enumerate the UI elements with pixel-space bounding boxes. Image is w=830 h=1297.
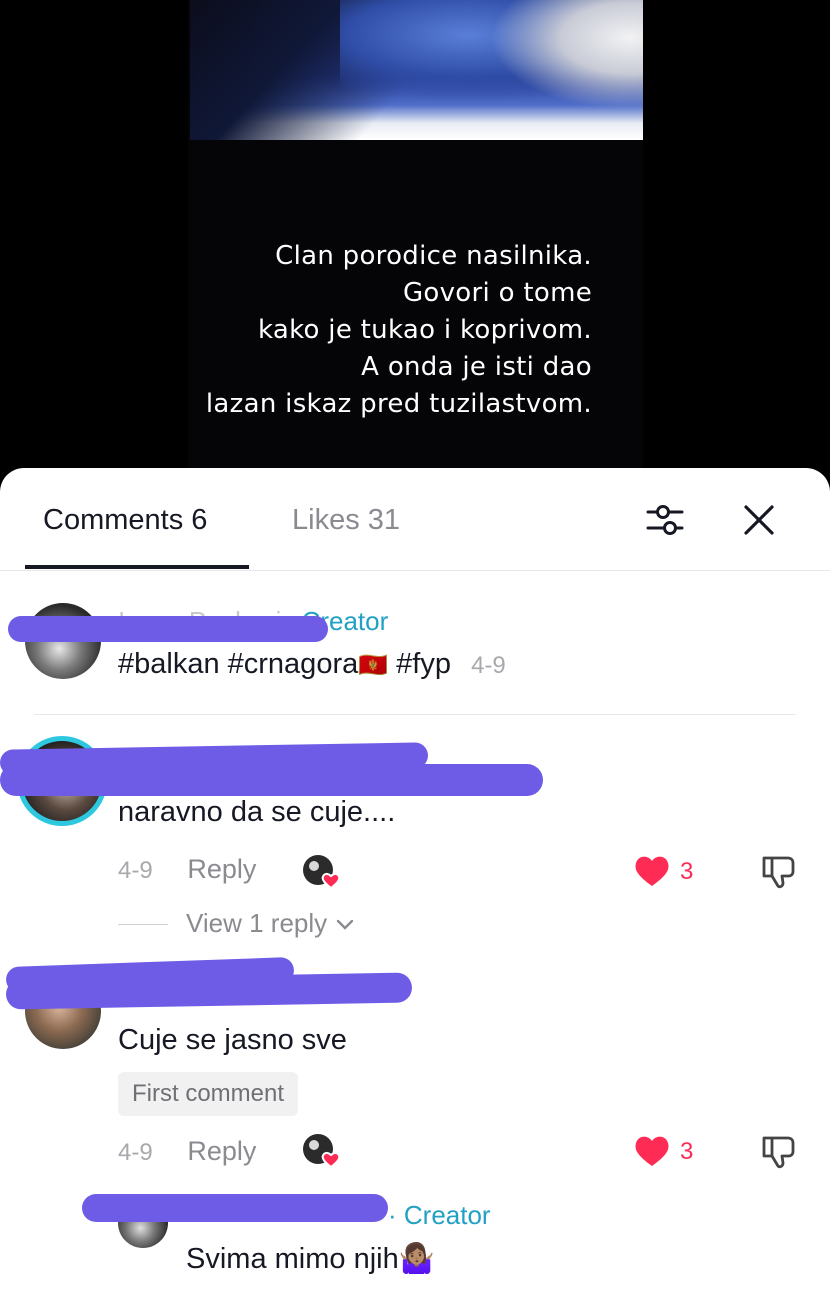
- redaction-bar: [8, 616, 328, 642]
- reply-text: Svima mimo njih🤷🏽‍♀️: [186, 1243, 435, 1275]
- comment-hashtags[interactable]: #balkan #crnagora: [118, 648, 358, 680]
- caption-line: kako je tukao i koprivom.: [257, 315, 592, 345]
- video-image: [190, 0, 643, 140]
- tab-bar: Comments 6 Likes 31: [0, 468, 830, 571]
- video-caption: Clan porodice nasilnika. Govori o tome k…: [172, 238, 592, 423]
- redaction-bar: [0, 764, 543, 796]
- comment-date: 4-9: [118, 1139, 153, 1166]
- like-count: 3: [680, 858, 694, 885]
- comment-actions: 4-9 Reply: [118, 1136, 256, 1167]
- close-icon[interactable]: [737, 498, 781, 542]
- filter-sliders-icon[interactable]: [643, 498, 687, 542]
- comments-sheet: Comments 6 Likes 31 Ivana Paukovic Creat…: [0, 468, 830, 1297]
- replies-line: [118, 924, 168, 925]
- dislike-icon[interactable]: [760, 1132, 798, 1175]
- montenegro-flag-icon: 🇲🇪: [358, 652, 389, 679]
- video-player[interactable]: Clan porodice nasilnika. Govori o tome k…: [0, 0, 830, 500]
- comment-hashtag-fyp[interactable]: #fyp: [388, 648, 451, 680]
- tab-comments[interactable]: Comments 6: [43, 504, 207, 537]
- heart-icon[interactable]: [634, 854, 670, 893]
- dislike-icon[interactable]: [760, 852, 798, 895]
- username-row: · Creator: [388, 1200, 491, 1231]
- reply-button[interactable]: Reply: [187, 1136, 256, 1166]
- comment-text: #balkan #crnagora🇲🇪 #fyp 4-9: [118, 648, 506, 681]
- creator-tag: · Creator: [388, 1200, 491, 1230]
- like-count: 3: [680, 1138, 694, 1165]
- caption-line: lazan iskaz pred tuzilastvom.: [205, 389, 592, 419]
- comment-text: naravno da se cuje....: [118, 796, 396, 828]
- active-tab-indicator: [25, 565, 249, 569]
- comment-date: 4-9: [471, 652, 506, 679]
- caption-line: Clan porodice nasilnika.: [275, 241, 592, 271]
- first-comment-badge: First comment: [118, 1072, 299, 1116]
- caption-line: Govori o tome: [402, 278, 592, 308]
- redaction-bar: [5, 972, 413, 1010]
- comment-date: 4-9: [118, 857, 153, 884]
- chevron-down-icon: [337, 919, 354, 930]
- heart-icon[interactable]: [634, 1134, 670, 1173]
- tab-likes[interactable]: Likes 31: [292, 504, 400, 537]
- comment-text: Cuje se jasno sve: [118, 1024, 347, 1056]
- caption-line: A onda je isti dao: [361, 352, 592, 382]
- comment-actions: 4-9 Reply: [118, 854, 256, 885]
- view-replies-label: View 1 reply: [186, 908, 328, 938]
- redaction-bar: [82, 1194, 388, 1222]
- divider: [34, 714, 796, 715]
- creator-liked-icon: [302, 1133, 344, 1171]
- view-replies-button[interactable]: View 1 reply: [186, 908, 354, 939]
- reply-button[interactable]: Reply: [187, 854, 256, 884]
- creator-liked-icon: [302, 854, 344, 892]
